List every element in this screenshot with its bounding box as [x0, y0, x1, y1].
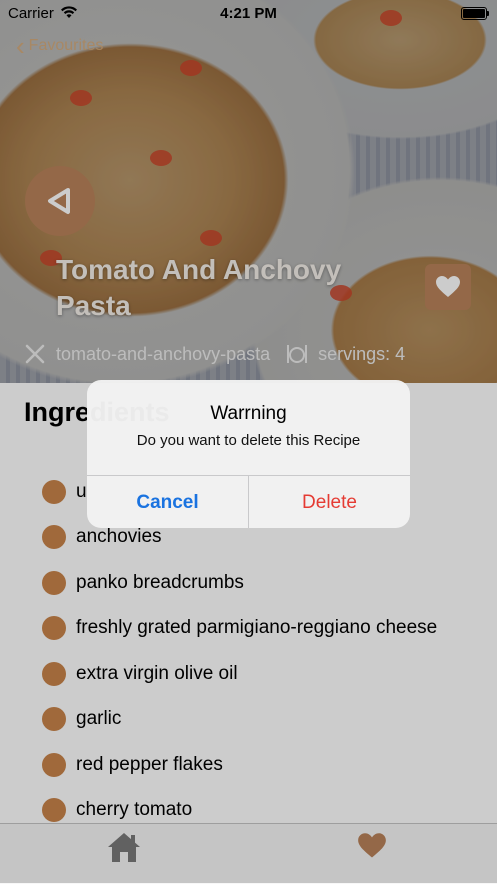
alert-title: Warrning [210, 403, 287, 424]
delete-confirmation-alert: Warrning Do you want to delete this Reci… [87, 380, 410, 528]
alert-actions: Cancel Delete [87, 475, 410, 528]
delete-button[interactable]: Delete [249, 476, 410, 528]
cancel-button[interactable]: Cancel [87, 476, 249, 528]
alert-message: Do you want to delete this Recipe [136, 432, 361, 449]
